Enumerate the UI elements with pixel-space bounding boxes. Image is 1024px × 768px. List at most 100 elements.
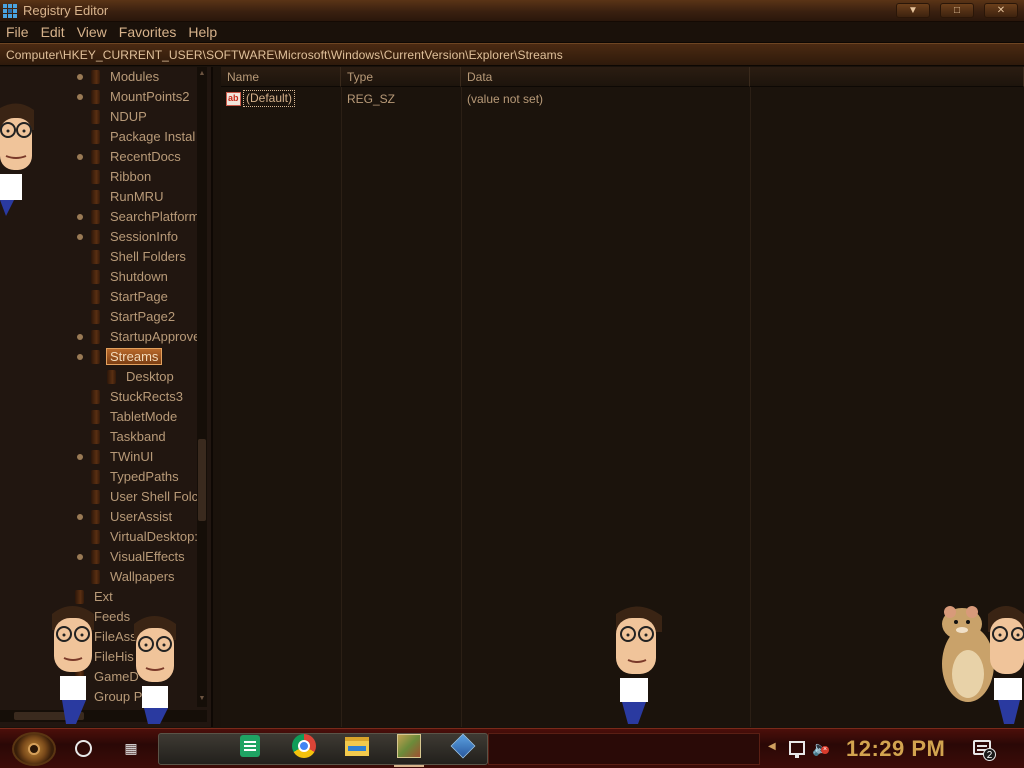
folder-icon (91, 310, 100, 324)
folder-icon (91, 190, 100, 204)
registry-editor-icon (3, 3, 17, 18)
menu-favorites[interactable]: Favorites (113, 24, 183, 40)
tree-item[interactable]: Streams (0, 347, 196, 367)
column-header-type[interactable]: Type (341, 67, 461, 87)
tree-item[interactable]: Taskband (0, 427, 196, 447)
folder-icon (91, 430, 100, 444)
expand-toggle-icon[interactable] (77, 94, 83, 100)
folder-icon (91, 250, 100, 264)
folder-icon (91, 70, 100, 84)
expand-toggle-icon[interactable] (77, 234, 83, 240)
tree-item-label: VirtualDesktop: (110, 529, 198, 544)
tree-item[interactable]: StartupApprove (0, 327, 200, 347)
expand-toggle-icon[interactable] (77, 454, 83, 460)
tree-scroll-thumb[interactable] (198, 439, 206, 521)
tree-item-label: SessionInfo (110, 229, 178, 244)
expand-toggle-icon[interactable] (77, 214, 83, 220)
network-icon[interactable] (789, 741, 805, 758)
value-data: (value not set) (467, 92, 544, 106)
tree-item[interactable]: VisualEffects (0, 547, 196, 567)
tree-item[interactable]: TWinUI (0, 447, 196, 467)
notification-count-badge: 2 (983, 748, 996, 761)
tree-item-label: VisualEffects (110, 549, 185, 564)
steampunk-start-icon (28, 743, 40, 755)
cartoon-mascot-icon (52, 606, 94, 724)
folder-icon (91, 330, 100, 344)
tree-item[interactable]: Shutdown (0, 267, 196, 287)
tree-item-label: Package Instal (110, 129, 196, 144)
value-name[interactable]: (Default) (243, 90, 296, 107)
cartoon-mascot-icon (616, 606, 662, 724)
tree-item-label: StartupApprove (110, 329, 201, 344)
tree-item[interactable]: Shell Folders (0, 247, 196, 267)
tree-item-label: Shutdown (110, 269, 168, 284)
menu-view[interactable]: View (71, 24, 113, 40)
menu-file[interactable]: File (0, 24, 35, 40)
close-button[interactable]: ✕ (984, 3, 1018, 18)
tree-item[interactable]: Modules (0, 67, 196, 87)
menu-bar: File Edit View Favorites Help (0, 22, 1024, 43)
start-button[interactable] (12, 732, 56, 766)
tree-item-label: Wallpapers (110, 569, 175, 584)
tree-item-label: NDUP (110, 109, 147, 124)
scroll-up-icon[interactable]: ▲ (197, 69, 207, 79)
tree-item[interactable]: UserAssist (0, 507, 196, 527)
menu-help[interactable]: Help (182, 24, 223, 40)
taskbar: ▦ ◀ 🔈 × 12:29 PM 2 (0, 728, 1024, 768)
folder-icon (91, 110, 100, 124)
tree-item-label: Ribbon (110, 169, 152, 184)
folder-icon (91, 230, 100, 244)
expand-toggle-icon[interactable] (77, 334, 83, 340)
tree-item-label: TypedPaths (110, 469, 179, 484)
tree-item[interactable]: TypedPaths (0, 467, 196, 487)
taskbar-clock[interactable]: 12:29 PM (846, 733, 945, 765)
folder-icon (91, 570, 100, 584)
tree-item-label: Taskband (110, 429, 166, 444)
address-path[interactable]: Computer\HKEY_CURRENT_USER\SOFTWARE\Micr… (6, 48, 563, 62)
expand-toggle-icon[interactable] (77, 514, 83, 520)
column-divider (750, 87, 751, 727)
tree-item[interactable]: TabletMode (0, 407, 196, 427)
title-bar: Registry Editor ▼ □ ✕ (0, 0, 1024, 22)
chrome-icon[interactable] (291, 734, 317, 758)
value-row[interactable]: ab (Default) REG_SZ (value not set) (221, 89, 1024, 109)
tree-item-label: Feeds (94, 609, 131, 624)
tree-item[interactable]: SessionInfo (0, 227, 196, 247)
tree-item[interactable]: Wallpapers (0, 567, 196, 587)
maximize-button[interactable]: □ (940, 3, 974, 18)
address-bar[interactable]: Computer\HKEY_CURRENT_USER\SOFTWARE\Micr… (0, 43, 1024, 66)
tree-vertical-scrollbar[interactable]: ▲ ▼ (197, 67, 207, 707)
folder-icon (91, 390, 100, 404)
tree-item-label: TWinUI (110, 449, 154, 464)
active-app-indicator (394, 765, 424, 767)
menu-edit[interactable]: Edit (35, 24, 71, 40)
expand-toggle-icon[interactable] (77, 74, 83, 80)
scroll-down-icon[interactable]: ▼ (197, 694, 207, 704)
expand-toggle-icon[interactable] (77, 154, 83, 160)
tray-expand-icon[interactable]: ◀ (768, 741, 776, 752)
task-view-icon[interactable]: ▦ (121, 739, 141, 757)
tree-item[interactable]: Desktop (0, 367, 196, 387)
file-explorer-icon[interactable] (344, 735, 370, 757)
expand-toggle-icon[interactable] (77, 354, 83, 360)
tree-item[interactable]: Ext (0, 587, 196, 607)
regedit-icon[interactable] (450, 733, 476, 759)
folder-icon (91, 90, 100, 104)
expand-toggle-icon[interactable] (77, 554, 83, 560)
tree-item[interactable]: StuckRects3 (0, 387, 196, 407)
folder-icon (91, 270, 100, 284)
tree-item[interactable]: StartPage2 (0, 307, 196, 327)
column-header-data[interactable]: Data (461, 67, 750, 87)
tree-item[interactable]: VirtualDesktop: (0, 527, 198, 547)
tree-item-label: User Shell Folc (110, 489, 199, 504)
paint-app-icon[interactable] (396, 734, 422, 758)
tree-item-label: TabletMode (110, 409, 178, 424)
folder-icon (91, 350, 100, 364)
tree-item[interactable]: User Shell Folc (0, 487, 199, 507)
column-header-name[interactable]: Name (221, 67, 341, 87)
sheets-icon[interactable] (237, 735, 263, 757)
cortana-search-icon[interactable] (75, 740, 92, 757)
folder-icon (91, 530, 100, 544)
tree-item[interactable]: StartPage (0, 287, 196, 307)
minimize-button[interactable]: ▼ (896, 3, 930, 18)
